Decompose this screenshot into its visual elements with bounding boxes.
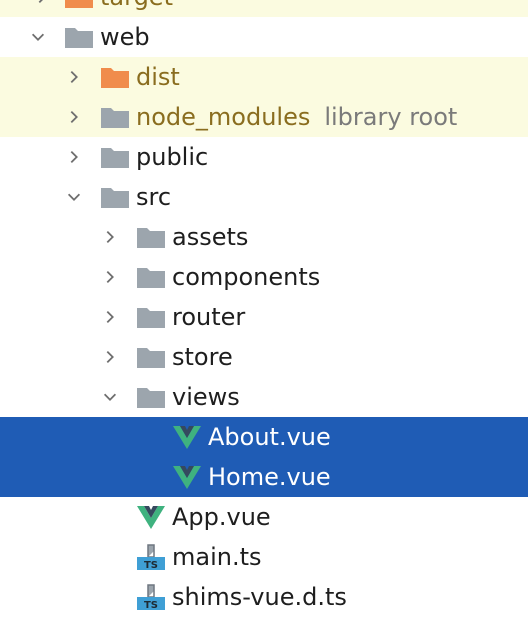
tree-node-label: node_modules library root xyxy=(136,97,457,137)
tree-node-about-vue[interactable]: About.vue xyxy=(0,417,528,457)
typescript-file-icon: TS xyxy=(136,583,166,611)
tree-node-label: public xyxy=(136,143,209,171)
chevron-right-icon[interactable] xyxy=(100,297,120,337)
folder-icon xyxy=(136,305,166,329)
tree-node-label: components xyxy=(172,263,321,291)
chevron-right-icon[interactable] xyxy=(64,97,84,137)
chevron-right-icon[interactable] xyxy=(32,0,52,17)
chevron-down-icon[interactable] xyxy=(28,17,48,57)
ts-badge-text: TS xyxy=(144,560,158,571)
tree-node-components[interactable]: components xyxy=(0,257,528,297)
tree-node-label: main.ts xyxy=(172,543,262,571)
tree-node-router[interactable]: router xyxy=(0,297,528,337)
chevron-right-icon[interactable] xyxy=(64,137,84,177)
tree-node-label: store xyxy=(172,343,233,371)
folder-icon xyxy=(136,225,166,249)
folder-icon xyxy=(100,185,130,209)
folder-icon xyxy=(136,265,166,289)
project-tree: target web dist node_modules library root xyxy=(0,0,528,611)
folder-icon xyxy=(64,0,94,9)
chevron-down-icon[interactable] xyxy=(64,177,84,217)
chevron-down-icon[interactable] xyxy=(100,377,120,417)
tree-node-label: router xyxy=(172,303,246,331)
node-modules-name: node_modules xyxy=(136,103,311,131)
tree-node-assets[interactable]: assets xyxy=(0,217,528,257)
tree-node-label: web xyxy=(100,23,150,51)
folder-icon xyxy=(100,105,130,129)
vue-icon xyxy=(172,465,202,489)
chevron-right-icon[interactable] xyxy=(100,337,120,377)
tree-node-label: views xyxy=(172,383,240,411)
tree-node-app-vue[interactable]: App.vue xyxy=(0,497,528,537)
folder-icon xyxy=(64,25,94,49)
ts-badge-text: TS xyxy=(144,600,158,611)
tree-node-label: target xyxy=(100,0,173,17)
vue-icon xyxy=(172,425,202,449)
library-root-hint: library root xyxy=(324,103,458,131)
chevron-right-icon[interactable] xyxy=(100,217,120,257)
tree-node-views[interactable]: views xyxy=(0,377,528,417)
tree-node-label: About.vue xyxy=(208,423,331,451)
tree-node-dist[interactable]: dist xyxy=(0,57,528,97)
tree-node-node-modules[interactable]: node_modules library root xyxy=(0,97,528,137)
tree-node-target[interactable]: target xyxy=(0,0,528,17)
tree-node-home-vue[interactable]: Home.vue xyxy=(0,457,528,497)
tree-node-shims-vue-d-ts[interactable]: TS shims-vue.d.ts xyxy=(0,577,528,617)
chevron-right-icon[interactable] xyxy=(100,257,120,297)
tree-node-store[interactable]: store xyxy=(0,337,528,377)
tree-node-label: App.vue xyxy=(172,503,271,531)
tree-node-label: shims-vue.d.ts xyxy=(172,583,347,611)
tree-node-label: src xyxy=(136,183,172,211)
folder-icon xyxy=(100,65,130,89)
typescript-file-icon: TS xyxy=(136,543,166,571)
tree-node-label: dist xyxy=(136,63,180,91)
folder-icon xyxy=(136,345,166,369)
tree-node-main-ts[interactable]: TS main.ts xyxy=(0,537,528,577)
tree-node-public[interactable]: public xyxy=(0,137,528,177)
tree-node-label: assets xyxy=(172,223,249,251)
folder-icon xyxy=(136,385,166,409)
folder-icon xyxy=(100,145,130,169)
vue-icon xyxy=(136,505,166,529)
tree-node-web[interactable]: web xyxy=(0,17,528,57)
chevron-right-icon[interactable] xyxy=(64,57,84,97)
tree-node-label: Home.vue xyxy=(208,463,331,491)
tree-node-src[interactable]: src xyxy=(0,177,528,217)
